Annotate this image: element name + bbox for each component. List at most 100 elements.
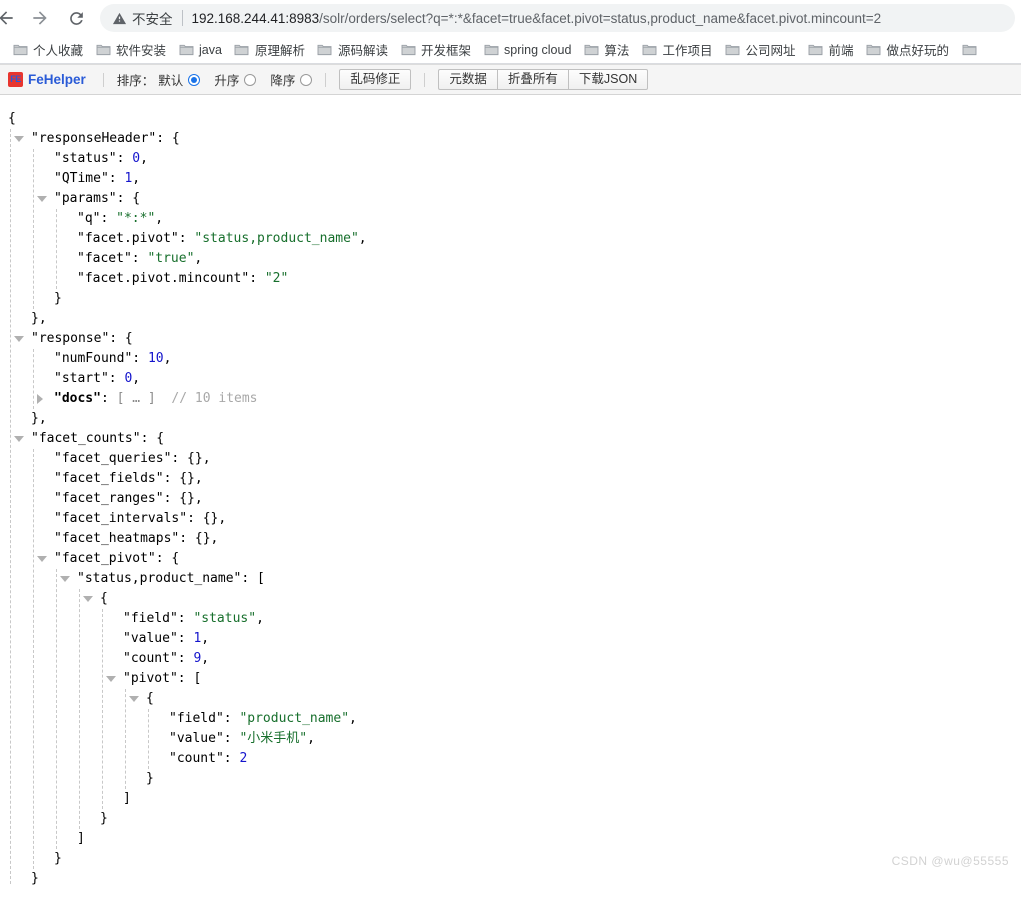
folder-icon — [583, 42, 599, 58]
json-line: "facet_ranges": {}, — [0, 489, 1021, 509]
json-token-k: "facet_counts" — [31, 431, 141, 446]
json-token-k: "start" — [54, 371, 109, 386]
sort-option-0[interactable]: 默认 — [158, 70, 201, 89]
json-line: "facet_pivot": { — [0, 549, 1021, 569]
address-bar[interactable]: 不安全 192.168.244.41:8983/solr/orders/sele… — [100, 4, 1015, 32]
bookmark-item[interactable]: java — [172, 39, 228, 61]
sort-option-label: 升序 — [214, 74, 240, 88]
back-arrow-icon — [0, 11, 13, 25]
reload-button[interactable] — [62, 4, 90, 32]
bookmark-item[interactable] — [955, 39, 988, 61]
json-line: "value": 1, — [0, 629, 1021, 649]
json-line-text: "responseHeader": { — [0, 131, 180, 146]
bookmark-item[interactable]: 算法 — [577, 39, 635, 61]
json-token-num: 2 — [239, 751, 248, 766]
bookmark-item[interactable]: spring cloud — [477, 39, 577, 61]
folder-icon — [234, 42, 250, 58]
json-line: "count": 9, — [0, 649, 1021, 669]
json-line: { — [0, 689, 1021, 709]
json-token-p: : — [178, 231, 195, 246]
json-line-text: "params": { — [0, 191, 140, 206]
collapse-triangle-icon[interactable] — [14, 136, 24, 142]
folder-icon — [724, 42, 740, 58]
json-token-k: "numFound" — [54, 351, 133, 366]
json-token-p: : — [100, 391, 117, 406]
json-token-k: "value" — [169, 731, 224, 746]
json-token-k: "facet_fields" — [54, 471, 164, 486]
json-line-text: "facet_queries": {}, — [0, 451, 211, 466]
sort-option-1[interactable]: 升序 — [214, 70, 257, 89]
json-token-k: "field" — [169, 711, 224, 726]
folder-icon — [178, 42, 194, 58]
json-line-text: "start": 0, — [0, 371, 140, 386]
collapse-triangle-icon[interactable] — [37, 196, 47, 202]
fix-encoding-button[interactable]: 乱码修正 — [339, 68, 412, 91]
json-token-p: : — [116, 151, 133, 166]
json-token-p: , — [256, 611, 264, 626]
bookmark-item[interactable]: 公司网址 — [718, 39, 801, 61]
json-line-text: } — [0, 771, 154, 786]
json-line: "facet.pivot.mincount": "2" — [0, 269, 1021, 289]
bookmark-item[interactable]: 个人收藏 — [6, 39, 89, 61]
json-token-p: ] — [77, 831, 85, 846]
bookmark-item[interactable]: 做点好玩的 — [859, 39, 955, 61]
collapse-triangle-icon[interactable] — [14, 336, 24, 342]
bookmark-item[interactable]: 工作项目 — [635, 39, 718, 61]
action-button-1[interactable]: 折叠所有 — [496, 68, 568, 91]
json-token-p: : — [100, 211, 117, 226]
json-token-p: } — [31, 871, 39, 885]
folder-icon — [641, 42, 657, 58]
back-button[interactable] — [0, 4, 20, 32]
folder-icon — [400, 42, 416, 58]
collapse-triangle-icon[interactable] — [129, 696, 139, 702]
radio-button[interactable] — [300, 73, 313, 86]
radio-button[interactable] — [188, 73, 201, 86]
watermark: CSDN @wu@55555 — [891, 854, 1009, 868]
not-secure-warning-icon — [112, 11, 127, 26]
collapse-triangle-icon[interactable] — [14, 436, 24, 442]
json-token-p: , — [132, 171, 141, 186]
reload-icon — [69, 11, 83, 25]
json-token-s: "status,product_name" — [194, 231, 359, 246]
json-token-p: : { — [156, 131, 180, 146]
bookmark-item[interactable]: 源码解读 — [311, 39, 394, 61]
folder-icon — [12, 42, 28, 58]
fehelper-logo-icon: FE — [8, 72, 23, 87]
action-button-2[interactable]: 下载JSON — [567, 68, 649, 91]
action-button-0[interactable]: 元数据 — [438, 68, 497, 91]
json-line-text: "pivot": [ — [0, 671, 201, 686]
bookmark-item[interactable]: 前端 — [801, 39, 859, 61]
bookmark-item[interactable]: 原理解析 — [228, 39, 311, 61]
json-token-k: "facet.pivot" — [77, 231, 179, 246]
sort-option-2[interactable]: 降序 — [270, 70, 313, 89]
json-line-text: ] — [0, 831, 85, 846]
collapse-triangle-icon[interactable] — [106, 676, 116, 682]
json-line: "responseHeader": { — [0, 129, 1021, 149]
not-secure-label: 不安全 — [132, 12, 173, 27]
bookmark-item[interactable]: 软件安装 — [89, 39, 172, 61]
fehelper-brand[interactable]: FE FeHelper — [8, 72, 86, 87]
json-token-k: "pivot" — [123, 671, 178, 686]
json-line-text: "facet_counts": { — [0, 431, 164, 446]
collapse-triangle-icon[interactable] — [37, 556, 47, 562]
bookmark-label: 软件安装 — [116, 44, 167, 58]
json-token-p: : — [177, 611, 194, 626]
json-line: "response": { — [0, 329, 1021, 349]
json-token-p: : — [223, 711, 240, 726]
radio-button[interactable] — [244, 73, 257, 86]
json-token-p: : {}, — [187, 511, 227, 526]
json-token-k: "q" — [77, 211, 101, 226]
collapse-triangle-icon[interactable] — [83, 596, 93, 602]
bookmark-item[interactable]: 开发框架 — [394, 39, 477, 61]
forward-button[interactable] — [26, 4, 54, 32]
json-line-text: "status,product_name": [ — [0, 571, 265, 586]
json-token-k: "QTime" — [54, 171, 109, 186]
expand-triangle-icon[interactable] — [37, 394, 43, 404]
collapse-triangle-icon[interactable] — [60, 576, 70, 582]
json-line-text: "status": 0, — [0, 151, 148, 166]
toolbar-divider-3 — [424, 72, 426, 87]
toolbar-divider-1 — [102, 72, 104, 87]
json-token-brk-gray: [ … ] — [116, 391, 156, 406]
json-line-text: } — [0, 851, 62, 866]
folder-icon — [483, 42, 499, 58]
